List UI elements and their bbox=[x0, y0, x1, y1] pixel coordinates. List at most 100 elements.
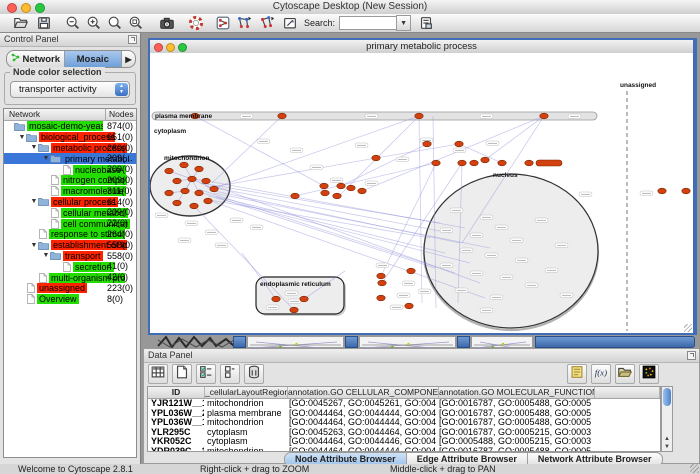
graph-node[interactable] bbox=[210, 186, 218, 192]
graph-node[interactable] bbox=[377, 295, 385, 301]
tree-row[interactable]: mosaic-demo-yeast874(0) bbox=[4, 121, 136, 132]
graph-node[interactable] bbox=[165, 168, 173, 174]
zoom-selected-button[interactable] bbox=[106, 15, 123, 32]
graph-node[interactable] bbox=[455, 141, 463, 147]
window-resize-grip[interactable] bbox=[684, 324, 692, 332]
snapshot-button[interactable] bbox=[158, 15, 175, 32]
graph-node[interactable] bbox=[407, 268, 415, 274]
tree-row[interactable]: ▼cellular process614(0) bbox=[4, 197, 136, 208]
graph-node[interactable] bbox=[458, 160, 466, 166]
expand-arrow-icon[interactable]: ▼ bbox=[42, 252, 50, 259]
tree-row[interactable]: nitrogen compo209(0) bbox=[4, 175, 136, 186]
tab-overflow-button[interactable]: ▶ bbox=[122, 51, 135, 67]
background-window-corner[interactable] bbox=[233, 336, 246, 348]
graph-node[interactable] bbox=[423, 141, 431, 147]
background-window-titlebar[interactable] bbox=[535, 336, 695, 348]
zoom-in-button[interactable] bbox=[85, 15, 102, 32]
table-row[interactable]: YKR052Ccytoplasm[GO:0044464, GO:0044446,… bbox=[148, 437, 660, 447]
search-dropdown-button[interactable]: ▼ bbox=[396, 15, 411, 31]
graph-node[interactable] bbox=[204, 198, 212, 204]
tab-network[interactable]: Network bbox=[7, 51, 65, 67]
column-header[interactable]: ID bbox=[148, 387, 205, 398]
graph-node[interactable] bbox=[481, 157, 489, 163]
graph-node[interactable] bbox=[202, 178, 210, 184]
attribute-table[interactable]: ID_cellularLayoutRegionannotation.GO CEL… bbox=[147, 386, 661, 452]
zoom-fit-button[interactable] bbox=[127, 15, 144, 32]
expand-arrow-icon[interactable]: ▼ bbox=[42, 155, 50, 162]
network-window-titlebar[interactable]: primary metabolic process bbox=[150, 40, 693, 54]
scrollbar-arrows[interactable]: ▲▼ bbox=[662, 435, 672, 451]
graph-node[interactable] bbox=[377, 273, 385, 279]
graph-node[interactable] bbox=[278, 113, 286, 119]
graph-node[interactable] bbox=[498, 160, 506, 166]
node-color-select[interactable]: transporter activity ▲▼ bbox=[10, 81, 130, 98]
notes-button[interactable] bbox=[567, 364, 587, 384]
app-resize-grip[interactable] bbox=[690, 464, 699, 473]
tree-row[interactable]: secretion41(0) bbox=[4, 261, 136, 272]
new-attribute-button[interactable] bbox=[172, 364, 192, 384]
matrix-button[interactable] bbox=[639, 364, 659, 384]
table-row[interactable]: YLR295Ccytoplasm[GO:0045263, GO:0044464,… bbox=[148, 428, 660, 438]
graph-node[interactable] bbox=[432, 160, 440, 166]
graph-node[interactable] bbox=[190, 203, 198, 209]
background-window-corner[interactable] bbox=[345, 336, 358, 348]
float-panel-icon[interactable] bbox=[687, 351, 696, 360]
table-row[interactable]: YPL036W__2plasma membrane[GO:0044464, GO… bbox=[148, 409, 660, 419]
layout-blue-button[interactable] bbox=[235, 15, 252, 32]
save-button[interactable] bbox=[35, 15, 52, 32]
graph-node[interactable] bbox=[337, 183, 345, 189]
float-panel-icon[interactable] bbox=[128, 35, 137, 44]
table-scrollbar[interactable]: ▲▼ bbox=[661, 386, 673, 452]
formula-button[interactable]: f(x) bbox=[591, 364, 611, 384]
tree-row[interactable]: nucleobase-209(0) bbox=[4, 164, 136, 175]
select-attributes-button[interactable] bbox=[196, 364, 216, 384]
tree-row[interactable]: ▼transport558(0) bbox=[4, 251, 136, 262]
tree-row[interactable]: ▼metabolic process280(0) bbox=[4, 143, 136, 154]
expand-arrow-icon[interactable]: ▼ bbox=[30, 242, 38, 249]
network-canvas[interactable]: plasma membranecytoplasmmitochondrionnuc… bbox=[150, 53, 693, 333]
unselect-attributes-button[interactable] bbox=[220, 364, 240, 384]
tree-row[interactable]: Overview8(0) bbox=[4, 294, 136, 305]
column-header[interactable] bbox=[595, 387, 660, 398]
tree-row[interactable]: cellular metabol209(0) bbox=[4, 207, 136, 218]
graph-node[interactable] bbox=[372, 155, 380, 161]
import-attributes-button[interactable] bbox=[615, 364, 635, 384]
graph-node[interactable] bbox=[272, 296, 280, 302]
graph-node[interactable] bbox=[470, 160, 478, 166]
search-input[interactable] bbox=[339, 16, 396, 30]
open-file-button[interactable] bbox=[12, 15, 29, 32]
expand-arrow-icon[interactable]: ▼ bbox=[18, 134, 26, 141]
tree-row[interactable]: multi-organism pro42(0) bbox=[4, 272, 136, 283]
graph-node[interactable] bbox=[540, 113, 548, 119]
graph-node[interactable] bbox=[188, 176, 196, 182]
network-graph[interactable]: plasma membranecytoplasmmitochondrionnuc… bbox=[150, 53, 693, 333]
app-titlebar[interactable]: Cytoscape Desktop (New Session) bbox=[0, 0, 700, 15]
tree-row[interactable]: unassigned223(0) bbox=[4, 283, 136, 294]
attribute-table-button[interactable] bbox=[148, 364, 168, 384]
graph-node[interactable] bbox=[195, 166, 203, 172]
layout-red-button[interactable] bbox=[258, 15, 275, 32]
graph-node[interactable] bbox=[291, 193, 299, 199]
graph-node[interactable] bbox=[320, 183, 328, 189]
graph-node[interactable] bbox=[682, 188, 690, 194]
tree-row[interactable]: cell communicat22(0) bbox=[4, 218, 136, 229]
graph-node[interactable] bbox=[405, 303, 413, 309]
tree-row[interactable]: response to stimulu264(0) bbox=[4, 229, 136, 240]
graph-node[interactable] bbox=[173, 178, 181, 184]
tree-row[interactable]: macromolecule311(0) bbox=[4, 186, 136, 197]
graph-node[interactable] bbox=[180, 162, 188, 168]
table-row[interactable]: YJR121W__1mitochondrion[GO:0045267, GO:0… bbox=[148, 399, 660, 409]
help-button[interactable] bbox=[187, 15, 204, 32]
graph-node[interactable] bbox=[525, 160, 533, 166]
annotation-button[interactable] bbox=[281, 15, 298, 32]
background-window-fragment[interactable] bbox=[471, 336, 533, 348]
graph-node[interactable] bbox=[415, 113, 423, 119]
expand-arrow-icon[interactable]: ▼ bbox=[30, 144, 38, 151]
background-window-fragment[interactable] bbox=[247, 336, 344, 348]
column-header[interactable]: annotation.GO MOLECULAR_FUNCTION bbox=[439, 387, 595, 398]
tab-mosaic[interactable]: Mosaic bbox=[65, 51, 123, 67]
background-windows-strip[interactable] bbox=[148, 336, 697, 348]
graph-node[interactable] bbox=[321, 190, 329, 196]
graph-node[interactable] bbox=[378, 280, 386, 286]
graph-node[interactable] bbox=[181, 188, 189, 194]
